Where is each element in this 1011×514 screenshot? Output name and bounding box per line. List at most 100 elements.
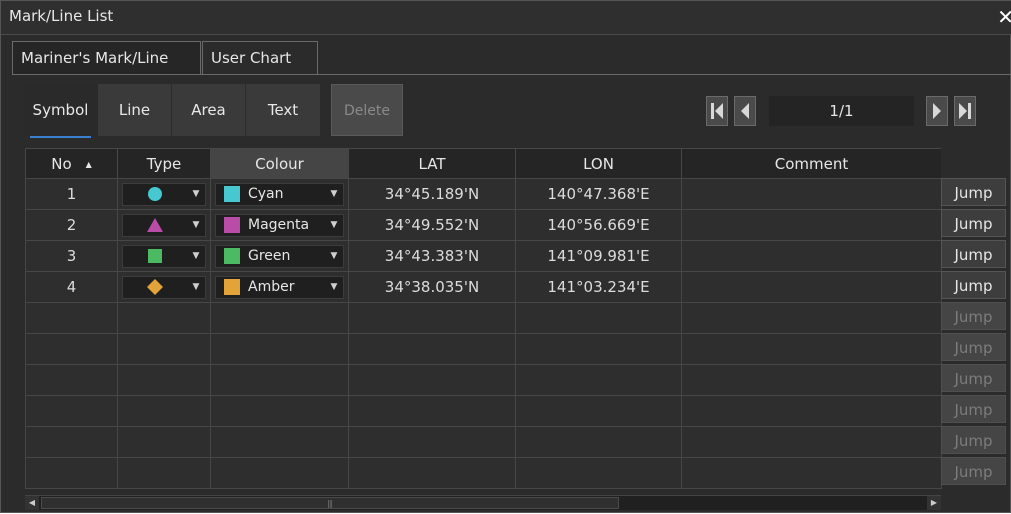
colour-name: Amber (248, 279, 295, 295)
jump-button-disabled: Jump (941, 457, 1006, 485)
row-lon: 141°09.981'E (515, 240, 682, 272)
empty-row (25, 302, 942, 334)
colour-swatch (224, 248, 240, 264)
chevron-down-icon: ▼ (192, 251, 200, 261)
first-page-icon (711, 103, 723, 119)
colour-dropdown[interactable]: Green ▼ (215, 244, 344, 268)
row-comment[interactable] (681, 240, 942, 272)
empty-row (25, 457, 942, 489)
header-lat[interactable]: LAT (348, 148, 516, 179)
circle-icon (148, 187, 162, 201)
first-page-button[interactable] (706, 96, 728, 126)
tab-mariners-mark-line[interactable]: Mariner's Mark/Line (12, 41, 201, 74)
row-no: 4 (25, 271, 118, 303)
chevron-down-icon: ▼ (330, 189, 338, 199)
type-dropdown[interactable]: ▼ (122, 182, 206, 206)
row-lon: 140°56.669'E (515, 209, 682, 241)
jump-button-disabled: Jump (941, 426, 1006, 454)
chevron-down-icon: ▼ (192, 282, 200, 292)
jump-button-disabled: Jump (941, 395, 1006, 423)
jump-button[interactable]: Jump (941, 178, 1006, 206)
header-comment[interactable]: Comment (681, 148, 942, 179)
sort-ascending-icon: ▲ (85, 159, 92, 169)
empty-row (25, 426, 942, 458)
colour-swatch (224, 217, 240, 233)
close-icon[interactable]: ✕ (997, 5, 1011, 29)
page-indicator: 1/1 (769, 96, 914, 126)
table-row[interactable]: 3 ▼ Green ▼ 34°43.383'N 141°09.981'E (25, 240, 942, 272)
colour-swatch (224, 186, 240, 202)
object-type-tabs: Symbol Line Area Text (24, 84, 320, 138)
horizontal-scrollbar[interactable]: ◀ ||| ▶ (25, 495, 941, 510)
empty-row (25, 364, 942, 396)
row-lon: 140°47.368'E (515, 178, 682, 210)
scroll-right-icon[interactable]: ▶ (927, 496, 941, 510)
subtab-text[interactable]: Text (246, 84, 320, 136)
row-lon: 141°03.234'E (515, 271, 682, 303)
table-row[interactable]: 1 ▼ Cyan ▼ 34°45.189'N 140°47.368'E (25, 178, 942, 210)
last-page-button[interactable] (954, 96, 976, 126)
scrollbar-thumb[interactable]: ||| (41, 497, 619, 509)
type-dropdown[interactable]: ▼ (122, 213, 206, 237)
next-page-icon (933, 103, 941, 119)
colour-dropdown[interactable]: Magenta ▼ (215, 213, 344, 237)
next-page-button[interactable] (926, 96, 948, 126)
chevron-down-icon: ▼ (330, 251, 338, 261)
symbol-table: No ▲ Type Colour LAT LON Comment 1 ▼ Cyan… (25, 148, 942, 489)
empty-row (25, 333, 942, 365)
chevron-down-icon: ▼ (330, 220, 338, 230)
row-no: 2 (25, 209, 118, 241)
subtab-symbol[interactable]: Symbol (24, 84, 98, 138)
colour-dropdown[interactable]: Cyan ▼ (215, 182, 344, 206)
empty-row (25, 395, 942, 427)
jump-button[interactable]: Jump (941, 271, 1006, 299)
diamond-icon (147, 279, 163, 295)
row-no: 1 (25, 178, 118, 210)
prev-page-button[interactable] (734, 96, 756, 126)
row-comment[interactable] (681, 178, 942, 210)
header-lon[interactable]: LON (515, 148, 682, 179)
delete-button[interactable]: Delete (331, 84, 403, 136)
colour-dropdown[interactable]: Amber ▼ (215, 275, 344, 299)
row-lat: 34°38.035'N (348, 271, 516, 303)
chevron-down-icon: ▼ (330, 282, 338, 292)
table-row[interactable]: 2 ▼ Magenta ▼ 34°49.552'N 140°56.669'E (25, 209, 942, 241)
grip-icon: ||| (327, 499, 333, 508)
chevron-down-icon: ▼ (192, 189, 200, 199)
jump-button[interactable]: Jump (941, 209, 1006, 237)
jump-button-disabled: Jump (941, 302, 1006, 330)
row-lat: 34°49.552'N (348, 209, 516, 241)
header-no-label: No (51, 154, 72, 173)
mark-line-list-window: Mark/Line List ✕ Mariner's Mark/Line Use… (0, 0, 1011, 513)
colour-swatch (224, 279, 240, 295)
table-row[interactable]: 4 ▼ Amber ▼ 34°38.035'N 141°03.234'E (25, 271, 942, 303)
page-number: 1/1 (829, 102, 854, 120)
colour-name: Cyan (248, 186, 284, 202)
square-icon (148, 249, 162, 263)
row-lat: 34°43.383'N (348, 240, 516, 272)
row-comment[interactable] (681, 209, 942, 241)
jump-button-disabled: Jump (941, 333, 1006, 361)
header-colour[interactable]: Colour (210, 148, 349, 179)
type-dropdown[interactable]: ▼ (122, 275, 206, 299)
type-dropdown[interactable]: ▼ (122, 244, 206, 268)
jump-button-disabled: Jump (941, 364, 1006, 392)
scroll-left-icon[interactable]: ◀ (25, 496, 39, 510)
header-type[interactable]: Type (117, 148, 211, 179)
triangle-icon (147, 218, 163, 232)
chevron-down-icon: ▼ (192, 220, 200, 230)
subtab-area[interactable]: Area (172, 84, 246, 136)
subtab-line[interactable]: Line (98, 84, 172, 136)
header-no[interactable]: No ▲ (25, 148, 118, 179)
jump-column: Jump Jump Jump Jump Jump Jump Jump Jump … (941, 148, 1006, 488)
row-comment[interactable] (681, 271, 942, 303)
tab-user-chart[interactable]: User Chart (202, 41, 318, 74)
title-bar: Mark/Line List ✕ (1, 1, 1011, 35)
colour-name: Green (248, 248, 291, 264)
colour-name: Magenta (248, 217, 310, 233)
row-no: 3 (25, 240, 118, 272)
window-title: Mark/Line List (9, 7, 114, 25)
prev-page-icon (741, 103, 749, 119)
jump-button[interactable]: Jump (941, 240, 1006, 268)
row-lat: 34°45.189'N (348, 178, 516, 210)
